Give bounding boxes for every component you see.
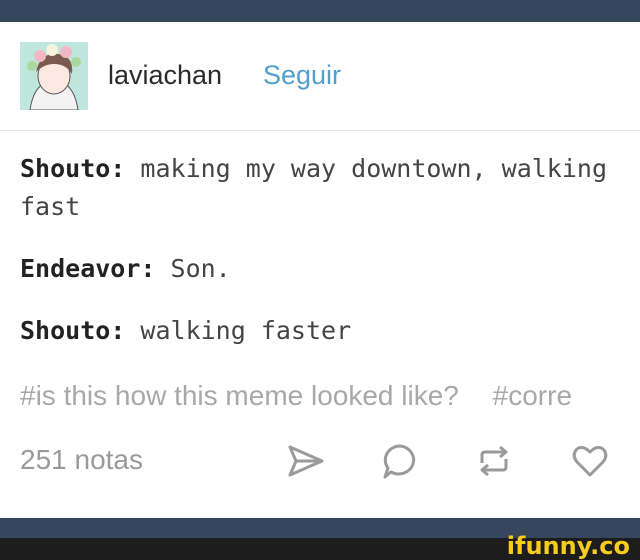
- tag-list: #is this how this meme looked like? #cor…: [20, 380, 598, 412]
- bottom-bar: ifunny.co: [0, 518, 640, 560]
- avatar-image: [20, 42, 88, 110]
- tag-link[interactable]: #is this how this meme looked like?: [20, 380, 459, 411]
- chat-post-body: Shouto: making my way downtown, walking …: [20, 150, 630, 374]
- chat-line: Shouto: walking faster: [20, 312, 630, 350]
- post-header: laviachan Seguir: [0, 22, 640, 130]
- reblog-icon[interactable]: [474, 441, 514, 481]
- chat-speaker: Shouto:: [20, 316, 126, 345]
- divider: [0, 130, 640, 131]
- paper-plane-icon[interactable]: [286, 441, 326, 481]
- avatar[interactable]: [20, 42, 88, 110]
- chat-text: walking faster: [140, 316, 352, 345]
- chat-line: Endeavor: Son.: [20, 250, 630, 288]
- username[interactable]: laviachan: [108, 60, 222, 91]
- speech-bubble-icon[interactable]: [380, 441, 420, 481]
- post-footer: 251 notas: [0, 436, 640, 490]
- heart-icon[interactable]: [570, 441, 610, 481]
- notes-count[interactable]: 251 notas: [20, 444, 143, 476]
- follow-button[interactable]: Seguir: [263, 60, 341, 91]
- tag-link[interactable]: #corre: [493, 380, 572, 411]
- chat-speaker: Endeavor:: [20, 254, 156, 283]
- watermark-logo: ifunny.co: [506, 532, 630, 560]
- top-bar: [0, 0, 640, 22]
- chat-speaker: Shouto:: [20, 154, 126, 183]
- chat-line: Shouto: making my way downtown, walking …: [20, 150, 630, 226]
- chat-text: Son.: [170, 254, 231, 283]
